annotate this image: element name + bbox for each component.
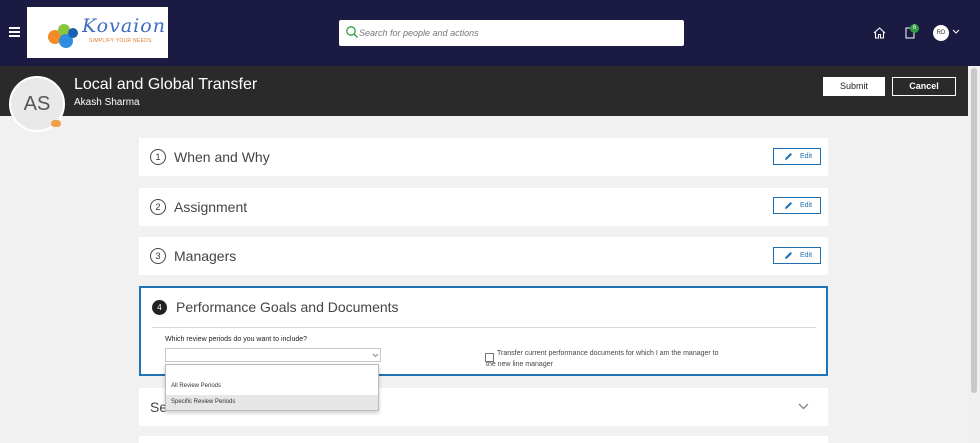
global-search[interactable] [339, 20, 684, 46]
home-icon[interactable] [873, 27, 886, 39]
section-title: Managers [174, 248, 237, 264]
section-performance-goals: 4 Performance Goals and Documents Which … [139, 286, 828, 376]
chevron-down-icon[interactable] [798, 403, 809, 410]
menu-icon[interactable] [9, 27, 20, 37]
logo-tagline: SIMPLIFY YOUR NEEDS [89, 38, 152, 44]
chevron-down-icon [372, 353, 379, 358]
edit-label: Edit [800, 153, 813, 160]
search-icon [346, 26, 358, 38]
section-when-and-why: 1 When and Why Edit [139, 138, 828, 176]
step-number: 2 [150, 199, 166, 215]
section-title: Performance Goals and Documents [176, 299, 399, 315]
review-periods-select[interactable] [165, 348, 381, 362]
divider [152, 327, 816, 328]
section-managers: 3 Managers Edit [139, 237, 828, 275]
pencil-icon [785, 252, 792, 259]
edit-assignment-button[interactable]: Edit [773, 197, 821, 214]
scrollbar-thumb[interactable] [971, 68, 977, 393]
chevron-down-icon[interactable] [952, 29, 960, 35]
submit-button[interactable]: Submit [823, 77, 885, 96]
option-all-review-periods[interactable]: All Review Periods [166, 379, 378, 394]
notification-badge: 6 [910, 24, 919, 33]
step-number: 3 [150, 248, 166, 264]
logo-mark-icon [48, 24, 78, 48]
edit-when-and-why-button[interactable]: Edit [773, 148, 821, 165]
logo-text: Kovaion [82, 15, 166, 37]
option-specific-review-periods[interactable]: Specific Review Periods [166, 395, 378, 410]
employee-name: Akash Sharma [74, 97, 140, 108]
cancel-button[interactable]: Cancel [892, 77, 956, 96]
step-number: 4 [152, 300, 167, 315]
company-logo[interactable]: Kovaion SIMPLIFY YOUR NEEDS [27, 7, 168, 58]
presence-indicator [51, 120, 61, 127]
review-periods-label: Which review periods do you want to incl… [165, 336, 308, 343]
page-title: Local and Global Transfer [74, 76, 258, 93]
section-next [139, 436, 828, 443]
edit-label: Edit [800, 202, 813, 209]
pencil-icon [785, 202, 792, 209]
section-assignment: 2 Assignment Edit [139, 188, 828, 226]
transfer-documents-label: Transfer current performance documents f… [486, 350, 719, 368]
search-input[interactable] [359, 20, 679, 46]
pencil-icon [785, 153, 792, 160]
review-periods-dropdown: All Review Periods Specific Review Perio… [165, 364, 379, 411]
step-number: 1 [150, 149, 166, 165]
edit-managers-button[interactable]: Edit [773, 247, 821, 264]
user-avatar[interactable]: RD [933, 25, 949, 41]
section-title: Assignment [174, 199, 248, 215]
edit-label: Edit [800, 252, 813, 259]
transfer-documents-checkbox[interactable] [485, 353, 494, 362]
dropdown-blank-option[interactable] [166, 365, 378, 379]
section-title: When and Why [174, 149, 270, 165]
